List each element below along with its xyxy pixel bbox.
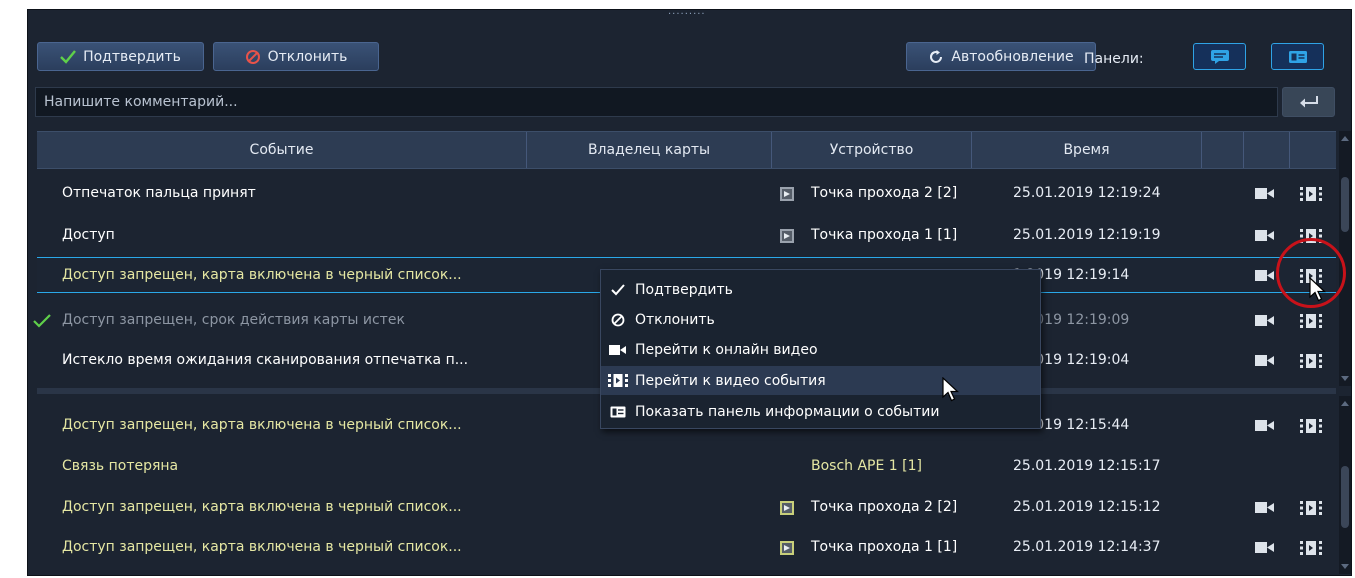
scroll-up-icon[interactable] [1339, 398, 1351, 408]
time-cell: 25.01.2019 12:14:37 [1013, 539, 1161, 555]
time-cell: 25.01.2019 12:19:24 [1013, 185, 1161, 201]
camera-icon[interactable] [1255, 502, 1275, 513]
camera-icon[interactable] [1255, 315, 1275, 326]
check-icon [60, 49, 76, 64]
resize-grip[interactable]: ········· [668, 10, 706, 20]
reject-button[interactable]: Отклонить [213, 42, 379, 71]
camera-icon [609, 344, 626, 355]
highlight-circle-annotation [1276, 238, 1346, 308]
reject-button-label: Отклонить [267, 48, 348, 65]
time-cell: 25.01.2019 12:19:19 [1013, 227, 1161, 243]
event-cell: Доступ запрещен, карта включена в черный… [62, 417, 462, 433]
comments-panel-toggle[interactable] [1193, 43, 1246, 70]
info-card-icon [610, 406, 626, 417]
menu-item-online-video[interactable]: Перейти к онлайн видео [601, 335, 1040, 364]
event-cell: Доступ запрещен, карта включена в черный… [62, 499, 462, 515]
menu-item-info-panel[interactable]: Показать панель информации о событии [601, 397, 1040, 426]
table-row[interactable]: Доступ запрещен, карта включена в черный… [37, 492, 1336, 523]
film-icon[interactable] [1300, 354, 1322, 368]
confirmed-check-icon [33, 314, 51, 328]
scroll-down-icon[interactable] [1339, 374, 1351, 384]
table-header: Событие Владелец карты Устройство Время [37, 131, 1336, 169]
confirm-button-label: Подтвердить [83, 48, 181, 65]
event-cell: Доступ запрещен, карта включена в черный… [62, 539, 462, 555]
table-row[interactable]: Доступ Точка прохода 1 [1] 25.01.2019 12… [37, 220, 1336, 251]
film-icon [608, 374, 628, 387]
scroll-up-icon[interactable] [1339, 133, 1351, 143]
device-cell: Bosch APE 1 [1] [811, 458, 922, 474]
film-icon[interactable] [1300, 541, 1322, 555]
column-time[interactable]: Время [972, 132, 1202, 168]
column-extra-3 [1290, 132, 1336, 168]
camera-icon[interactable] [1255, 420, 1275, 431]
enter-icon [1299, 96, 1318, 108]
confirm-button[interactable]: Подтвердить [37, 42, 204, 71]
event-cell: Отпечаток пальца принят [62, 185, 256, 201]
camera-icon[interactable] [1255, 355, 1275, 366]
camera-icon[interactable] [1255, 542, 1275, 553]
event-cell: Доступ запрещен, карта включена в черный… [62, 267, 462, 283]
context-menu: Подтвердить Отклонить Перейти к онлайн в… [600, 269, 1041, 429]
reject-icon [611, 313, 625, 326]
send-comment-button[interactable] [1282, 87, 1335, 117]
device-cell: Точка прохода 1 [1] [780, 220, 957, 251]
film-icon[interactable] [1300, 501, 1322, 515]
column-device[interactable]: Устройство [772, 132, 972, 168]
check-icon [611, 283, 625, 295]
camera-icon[interactable] [1255, 188, 1275, 199]
mouse-cursor-icon [942, 377, 960, 402]
scrollbar-thumb[interactable] [1341, 466, 1349, 528]
event-cell: Истекло время ожидания сканирования отпе… [62, 352, 469, 368]
film-icon[interactable] [1300, 314, 1322, 328]
camera-icon[interactable] [1255, 270, 1275, 281]
refresh-icon [930, 49, 943, 63]
panels-label: Панели: [1084, 51, 1144, 67]
column-event[interactable]: Событие [37, 132, 527, 168]
film-icon[interactable] [1300, 187, 1322, 201]
comment-icon [1210, 49, 1229, 64]
autoupdate-button[interactable]: Автообновление [906, 42, 1096, 71]
door-icon [780, 501, 794, 515]
scroll-down-icon[interactable] [1339, 562, 1351, 572]
device-cell: Точка прохода 2 [2] [780, 492, 957, 523]
film-icon[interactable] [1300, 419, 1322, 433]
column-card-owner[interactable]: Владелец карты [527, 132, 772, 168]
info-card-icon [1288, 50, 1307, 63]
camera-icon[interactable] [1255, 230, 1275, 241]
time-cell: 25.01.2019 12:15:17 [1013, 458, 1161, 474]
door-icon [780, 229, 794, 243]
menu-item-reject[interactable]: Отклонить [601, 305, 1040, 334]
event-cell: Доступ запрещен, срок действия карты ист… [62, 312, 405, 328]
scrollbar-lower[interactable] [1339, 396, 1351, 574]
reject-icon [245, 49, 260, 64]
door-icon [780, 187, 794, 201]
menu-item-event-video[interactable]: Перейти к видео события [601, 366, 1040, 395]
event-cell: Доступ [62, 227, 115, 243]
info-panel-toggle[interactable] [1271, 43, 1324, 70]
door-icon [780, 541, 794, 555]
event-cell: Связь потеряна [62, 458, 179, 474]
column-extra-2 [1244, 132, 1290, 168]
scrollbar-thumb[interactable] [1341, 177, 1349, 232]
device-cell: Точка прохода 1 [1] [780, 532, 957, 563]
table-row[interactable]: Доступ запрещен, карта включена в черный… [37, 532, 1336, 563]
table-row[interactable]: Связь потеряна Bosch APE 1 [1] 25.01.201… [37, 451, 1336, 482]
column-extra-1 [1202, 132, 1244, 168]
comment-input[interactable] [35, 87, 1278, 117]
table-row[interactable]: Отпечаток пальца принят Точка прохода 2 … [37, 178, 1336, 209]
time-cell: 25.01.2019 12:15:12 [1013, 499, 1161, 515]
autoupdate-button-label: Автообновление [951, 48, 1074, 65]
menu-item-confirm[interactable]: Подтвердить [601, 275, 1040, 304]
device-cell: Точка прохода 2 [2] [780, 178, 957, 209]
